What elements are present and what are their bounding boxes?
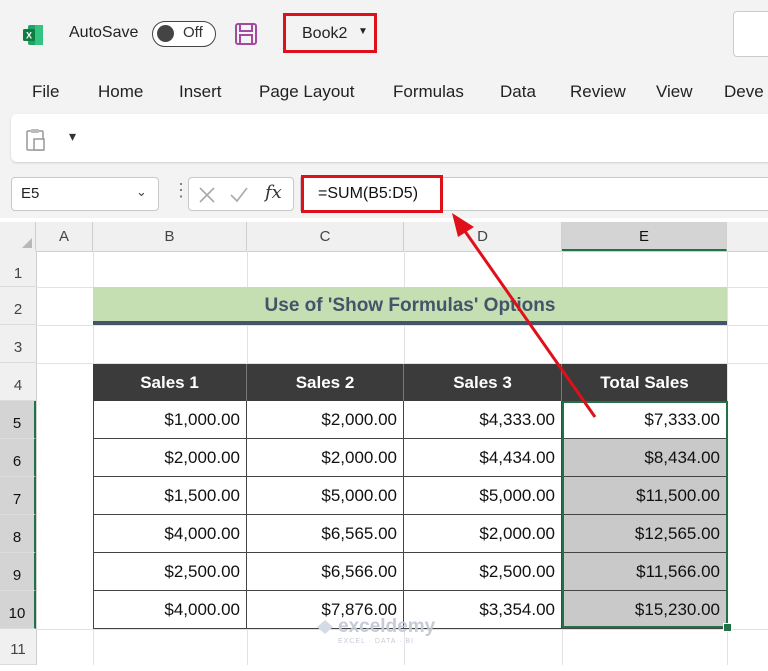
tab-view[interactable]: View [656, 82, 693, 102]
sheet-title: Use of 'Show Formulas' Options [264, 295, 556, 316]
column-header-c[interactable]: C [247, 222, 404, 251]
chevron-down-icon[interactable]: ⌄ [136, 184, 147, 200]
row-header-4[interactable]: 4 [0, 363, 36, 401]
row-header-3[interactable]: 3 [0, 325, 36, 363]
tab-developer[interactable]: Deve [724, 82, 764, 102]
name-box[interactable]: E5 ⌄ [11, 177, 159, 211]
formula-highlight-box: =SUM(B5:D5) [301, 175, 443, 213]
watermark-tagline: EXCEL · DATA · BI [338, 638, 414, 645]
table-cell[interactable]: $4,434.00 [404, 439, 562, 477]
row-header-5[interactable]: 5 [0, 401, 36, 439]
exceldemy-logo-icon [317, 620, 333, 634]
column-headers: A B C D E [0, 222, 768, 252]
watermark: exceldemy EXCEL · DATA · BI [316, 616, 435, 645]
ribbon-tabs: File Home Insert Page Layout Formulas Da… [0, 70, 768, 114]
tab-file[interactable]: File [32, 82, 59, 102]
tab-data[interactable]: Data [500, 82, 536, 102]
row-header-10[interactable]: 10 [0, 591, 36, 629]
table-cell[interactable]: $2,500.00 [404, 553, 562, 591]
row-headers: 1 2 3 4 5 6 7 8 9 10 11 [0, 251, 37, 665]
table-cell[interactable]: $4,000.00 [93, 515, 247, 553]
autosave-toggle[interactable]: Off [152, 21, 216, 47]
table-cell[interactable]: $2,000.00 [247, 439, 404, 477]
tab-home[interactable]: Home [98, 82, 143, 102]
row-header-7[interactable]: 7 [0, 477, 36, 515]
customize-qat-icon[interactable]: ▾ [69, 128, 76, 145]
fill-handle[interactable] [723, 623, 732, 632]
svg-text:X: X [26, 31, 32, 41]
table-cell[interactable]: $2,000.00 [247, 401, 404, 439]
paste-icon[interactable] [25, 128, 47, 152]
row-header-9[interactable]: 9 [0, 553, 36, 591]
table-cell[interactable]: $2,000.00 [93, 439, 247, 477]
gridline [36, 325, 768, 326]
autosave-label: AutoSave [69, 24, 139, 41]
table-cell[interactable]: $1,000.00 [93, 401, 247, 439]
search-box[interactable] [733, 11, 768, 57]
ribbon: ▾ [11, 114, 768, 162]
column-header-a[interactable]: A [36, 222, 93, 251]
tab-page-layout[interactable]: Page Layout [259, 82, 354, 102]
selection-range-border [562, 401, 728, 628]
table-cell[interactable]: $2,500.00 [93, 553, 247, 591]
excel-logo-icon[interactable]: X [22, 24, 44, 46]
enter-check-icon[interactable] [229, 186, 249, 204]
workbook-name: Book2 [302, 25, 348, 42]
table-cell[interactable]: $6,565.00 [247, 515, 404, 553]
insert-function-icon[interactable]: fx [265, 182, 282, 203]
header-cell-sales-2[interactable]: Sales 2 [247, 364, 404, 401]
select-all-button[interactable] [0, 222, 36, 251]
annotation-arrow-icon [452, 213, 597, 418]
row-header-6[interactable]: 6 [0, 439, 36, 477]
table-cell[interactable]: $1,500.00 [93, 477, 247, 515]
save-icon[interactable] [234, 22, 258, 46]
tab-formulas[interactable]: Formulas [393, 82, 464, 102]
table-cell[interactable]: $5,000.00 [247, 477, 404, 515]
row-header-8[interactable]: 8 [0, 515, 36, 553]
row-header-11[interactable]: 11 [0, 629, 36, 665]
table-cell[interactable]: $5,000.00 [404, 477, 562, 515]
tab-review[interactable]: Review [570, 82, 626, 102]
workbook-name-dropdown[interactable]: Book2 ▼ [283, 13, 377, 53]
toggle-state: Off [183, 24, 203, 41]
table-cell[interactable]: $6,566.00 [247, 553, 404, 591]
column-header-b[interactable]: B [93, 222, 247, 251]
sheet-title-cell[interactable]: Use of 'Show Formulas' Options [93, 287, 727, 325]
formula-bar-buttons: fx [188, 177, 294, 211]
header-cell-sales-1[interactable]: Sales 1 [93, 364, 247, 401]
watermark-name: exceldemy [338, 616, 436, 637]
tab-insert[interactable]: Insert [179, 82, 222, 102]
chevron-down-icon: ▼ [358, 26, 368, 37]
table-cell[interactable]: $4,000.00 [93, 591, 247, 629]
formula-text: =SUM(B5:D5) [318, 185, 419, 202]
row-header-2[interactable]: 2 [0, 287, 36, 325]
row-header-1[interactable]: 1 [0, 251, 36, 287]
toggle-knob [157, 25, 174, 42]
table-cell[interactable]: $2,000.00 [404, 515, 562, 553]
cancel-icon[interactable] [198, 186, 216, 204]
name-box-value: E5 [21, 185, 40, 202]
